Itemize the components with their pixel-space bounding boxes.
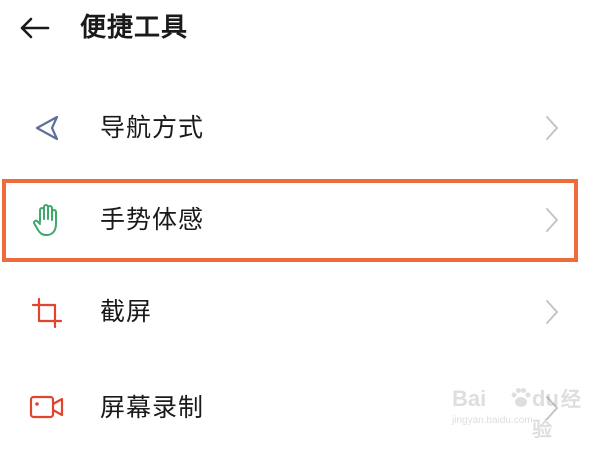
list-item-label: 导航方式 [100, 113, 205, 142]
watermark: Bai du 经验 jingyan.baidu.com [452, 384, 584, 441]
list-item-gesture-motion[interactable]: 手势体感 [0, 174, 590, 266]
page-title: 便捷工具 [80, 13, 189, 43]
list-item-navigation-mode[interactable]: 导航方式 [0, 82, 590, 174]
chevron-right-icon [540, 295, 564, 329]
arrow-left-icon [20, 17, 50, 39]
crop-icon [28, 294, 66, 332]
chevron-right-icon [540, 111, 564, 145]
header: 便捷工具 [0, 0, 590, 56]
watermark-sub: du 经验 [532, 386, 581, 441]
chevron-right-icon [540, 203, 564, 237]
paw-icon [511, 388, 531, 407]
navigation-triangle-icon [28, 109, 66, 147]
hand-gesture-icon [28, 201, 66, 239]
video-camera-icon [28, 388, 66, 426]
back-button[interactable] [14, 8, 54, 48]
list-item-label: 屏幕录制 [100, 393, 205, 422]
list-item-label: 手势体感 [100, 205, 205, 234]
watermark-url: jingyan.baidu.com [452, 415, 533, 426]
list-item-screenshot[interactable]: 截屏 [0, 266, 590, 358]
watermark-brand: Bai [452, 386, 487, 411]
list-item-label: 截屏 [100, 297, 153, 326]
